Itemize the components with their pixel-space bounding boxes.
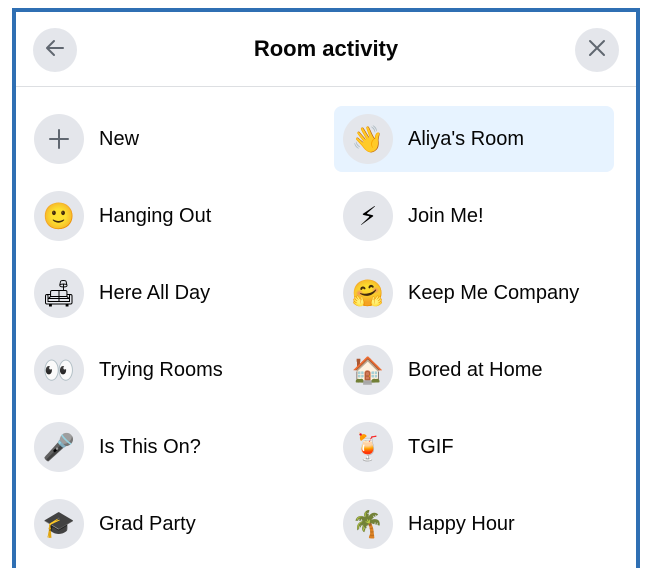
activity-item-aliyas-room[interactable]: 👋 Aliya's Room — [334, 106, 614, 172]
tropical-drink-icon: 🍹 — [343, 422, 393, 472]
eyes-icon: 👀 — [34, 345, 84, 395]
activity-label: Here All Day — [99, 281, 211, 304]
lightning-icon: ⚡ — [343, 191, 393, 241]
activity-item-here-all-day[interactable]: 🛋 Here All Day — [25, 260, 305, 326]
smiley-face-icon: 🙂 — [34, 191, 84, 241]
graduation-cap-icon: 🎓 — [34, 499, 84, 549]
dialog-header: Room activity — [16, 12, 636, 87]
microphone-icon: 🎤 — [34, 422, 84, 472]
activity-item-join-me[interactable]: ⚡ Join Me! — [334, 183, 614, 249]
dialog-title: Room activity — [253, 36, 399, 61]
activity-label: Aliya's Room — [408, 127, 525, 150]
activity-item-happy-hour[interactable]: 🌴 Happy Hour — [334, 491, 614, 557]
activity-item-bored-at-home[interactable]: 🏠 Bored at Home — [334, 337, 614, 403]
activity-label: Join Me! — [408, 204, 484, 227]
activity-label: Keep Me Company — [408, 281, 580, 304]
room-activity-dialog: Room activity New 🙂 Hanging Out 🛋 Here A… — [12, 8, 640, 568]
activity-label: TGIF — [408, 435, 454, 458]
activity-label: Bored at Home — [408, 358, 543, 381]
activity-label: Happy Hour — [408, 512, 515, 535]
activity-label: New — [99, 127, 140, 150]
activity-item-is-this-on[interactable]: 🎤 Is This On? — [25, 414, 305, 480]
palm-tree-icon: 🌴 — [343, 499, 393, 549]
activity-item-tgif[interactable]: 🍹 TGIF — [334, 414, 614, 480]
hugging-face-icon: 🤗 — [343, 268, 393, 318]
close-icon — [586, 37, 608, 64]
activity-item-hanging-out[interactable]: 🙂 Hanging Out — [25, 183, 305, 249]
activity-label: Grad Party — [99, 512, 196, 535]
activity-label: Is This On? — [99, 435, 201, 458]
activity-item-trying-rooms[interactable]: 👀 Trying Rooms — [25, 337, 305, 403]
activity-item-keep-me-company[interactable]: 🤗 Keep Me Company — [334, 260, 614, 326]
waving-hand-icon: 👋 — [343, 114, 393, 164]
activity-label: Trying Rooms — [99, 358, 223, 381]
close-button[interactable] — [575, 28, 619, 72]
activity-item-new[interactable]: New — [25, 106, 305, 172]
activity-label: Hanging Out — [99, 204, 212, 227]
couch-icon: 🛋 — [34, 268, 84, 318]
house-icon: 🏠 — [343, 345, 393, 395]
plus-icon — [34, 114, 84, 164]
activity-item-grad-party[interactable]: 🎓 Grad Party — [25, 491, 305, 557]
